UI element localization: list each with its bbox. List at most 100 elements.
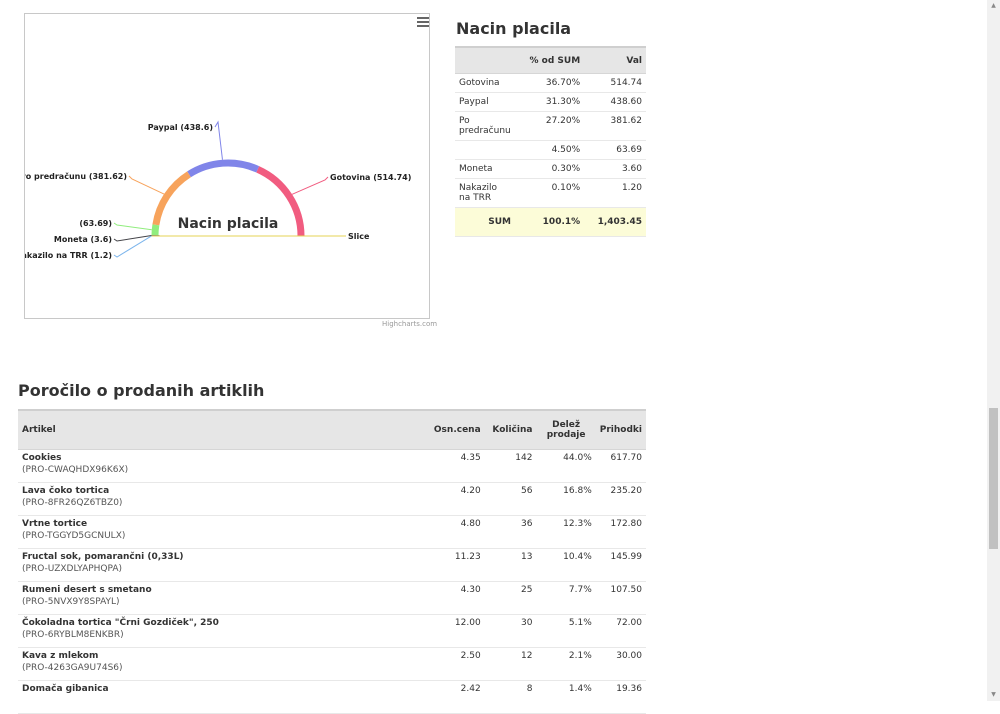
- sales-row-price: 2.50: [422, 648, 485, 681]
- sales-row-product: Cookies (PRO-CWAQHDX96K6X): [18, 450, 422, 483]
- pie-label-nakazilo: Nakazilo na TRR (1.2): [25, 251, 112, 260]
- payment-row-name: [455, 141, 515, 160]
- sales-row-product: Vrtne tortice (PRO-TGGYD5GCNULX): [18, 516, 422, 549]
- sales-row-share: 16.8%: [536, 483, 595, 516]
- sales-row-share: 7.7%: [536, 582, 595, 615]
- product-name: Lava čoko tortica: [22, 486, 418, 496]
- payment-row: 4.50% 63.69: [455, 141, 646, 160]
- payment-sum-label: SUM: [455, 208, 515, 237]
- payment-row-name: Moneta: [455, 160, 515, 179]
- pie-label-blank: (63.69): [79, 219, 112, 228]
- payment-sum-value: 1,403.45: [584, 208, 646, 237]
- product-code: (PRO-UZXDLYAPHQPA): [22, 564, 418, 574]
- sales-row-share: 12.3%: [536, 516, 595, 549]
- payment-row-name: Po predračunu: [455, 112, 515, 141]
- payment-sum-percent: 100.1%: [515, 208, 584, 237]
- sales-row-qty: 36: [485, 516, 537, 549]
- payment-row-value: 381.62: [584, 112, 646, 141]
- sales-row-product: Lava čoko tortica (PRO-8FR26QZ6TBZ0): [18, 483, 422, 516]
- sales-col-artikel: Artikel: [18, 410, 422, 450]
- scroll-down-arrow-icon[interactable]: ▼: [989, 690, 998, 700]
- payment-table: % od SUM Val Gotovina 36.70% 514.74 Payp…: [455, 46, 646, 237]
- sales-col-prihodki: Prihodki: [596, 410, 646, 450]
- sales-col-delez-line1: Delež: [552, 420, 580, 430]
- sales-col-delez-line2: prodaje: [547, 430, 586, 440]
- sales-row: Fructal sok, pomarančni (0,33L) (PRO-UZX…: [18, 549, 646, 582]
- product-code: (PRO-5NVX9Y8SPAYL): [22, 597, 418, 607]
- product-name: Čokoladna tortica "Črni Gozdiček", 250: [22, 618, 418, 628]
- sales-row-revenue: 107.50: [596, 582, 646, 615]
- pie-connector-gotovina: [292, 177, 328, 194]
- sales-row-revenue: 30.00: [596, 648, 646, 681]
- chart-credit[interactable]: Highcharts.com: [382, 320, 437, 328]
- sales-row-share: 1.4%: [536, 681, 595, 714]
- payment-col-value: Val: [584, 47, 646, 74]
- payment-row: Moneta 0.30% 3.60: [455, 160, 646, 179]
- sales-row-product: Čokoladna tortica "Črni Gozdiček", 250 (…: [18, 615, 422, 648]
- sales-row: Čokoladna tortica "Črni Gozdiček", 250 (…: [18, 615, 646, 648]
- pie-label-slice: Slice: [348, 232, 370, 241]
- pie-slice-paypal[interactable]: [189, 163, 258, 174]
- sales-col-kolicina: Količina: [485, 410, 537, 450]
- sales-table-header: Artikel Osn.cena Količina Delež prodaje …: [18, 410, 646, 450]
- payment-row-name: Paypal: [455, 93, 515, 112]
- payment-row-name: Gotovina: [455, 74, 515, 93]
- payment-row: Gotovina 36.70% 514.74: [455, 74, 646, 93]
- payment-row: Paypal 31.30% 438.60: [455, 93, 646, 112]
- page-scrollbar-track[interactable]: [987, 0, 1000, 701]
- payment-section-title: Nacin placila: [456, 19, 571, 38]
- payment-row-percent: 0.30%: [515, 160, 584, 179]
- payment-col-percent: % od SUM: [515, 47, 584, 74]
- pie-label-moneta: Moneta (3.6): [54, 235, 112, 244]
- sales-row-product: Rumeni desert s smetano (PRO-5NVX9Y8SPAY…: [18, 582, 422, 615]
- product-name: Fructal sok, pomarančni (0,33L): [22, 552, 418, 562]
- payment-chart: Gotovina (514.74)Paypal (438.6)Po predra…: [24, 13, 430, 319]
- payment-row-value: 438.60: [584, 93, 646, 112]
- sales-row-revenue: 145.99: [596, 549, 646, 582]
- sales-row-price: 11.23: [422, 549, 485, 582]
- pie-slice-blank[interactable]: [155, 225, 156, 235]
- sales-row-qty: 13: [485, 549, 537, 582]
- payment-row-value: 63.69: [584, 141, 646, 160]
- pie-connector-blank: [114, 223, 152, 230]
- payment-row-percent: 4.50%: [515, 141, 584, 160]
- product-code: (PRO-8FR26QZ6TBZ0): [22, 498, 418, 508]
- sales-row-share: 2.1%: [536, 648, 595, 681]
- product-name: Rumeni desert s smetano: [22, 585, 418, 595]
- chart-title: Nacin placila: [178, 216, 279, 232]
- sales-row: Rumeni desert s smetano (PRO-5NVX9Y8SPAY…: [18, 582, 646, 615]
- sales-row-revenue: 235.20: [596, 483, 646, 516]
- product-code: (PRO-6RYBLM8ENKBR): [22, 630, 418, 640]
- chart-menu-icon[interactable]: [417, 17, 429, 27]
- product-code: (PRO-4263GA9U74S6): [22, 663, 418, 673]
- sales-row-revenue: 172.80: [596, 516, 646, 549]
- sales-row-price: 4.35: [422, 450, 485, 483]
- payment-row: Nakazilo na TRR 0.10% 1.20: [455, 179, 646, 208]
- page-scrollbar-thumb[interactable]: [989, 408, 998, 549]
- product-name: Vrtne tortice: [22, 519, 418, 529]
- scroll-up-arrow-icon[interactable]: ▲: [989, 1, 998, 11]
- payment-row-percent: 27.20%: [515, 112, 584, 141]
- sales-row-revenue: 19.36: [596, 681, 646, 714]
- sales-row-price: 4.30: [422, 582, 485, 615]
- pie-connector-paypal: [215, 122, 222, 160]
- payment-sum-row: SUM 100.1% 1,403.45: [455, 208, 646, 237]
- sales-row-price: 4.80: [422, 516, 485, 549]
- sales-row-product: Domača gibanica: [18, 681, 422, 714]
- sales-row: Cookies (PRO-CWAQHDX96K6X) 4.35 142 44.0…: [18, 450, 646, 483]
- payment-row-percent: 36.70%: [515, 74, 584, 93]
- sales-row-price: 12.00: [422, 615, 485, 648]
- payment-row-name: Nakazilo na TRR: [455, 179, 515, 208]
- payment-col-name: [455, 47, 515, 74]
- payment-row-value: 514.74: [584, 74, 646, 93]
- sales-row: Kava z mlekom (PRO-4263GA9U74S6) 2.50 12…: [18, 648, 646, 681]
- sales-row-share: 44.0%: [536, 450, 595, 483]
- sales-row-product: Fructal sok, pomarančni (0,33L) (PRO-UZX…: [18, 549, 422, 582]
- payment-table-header: % od SUM Val: [455, 47, 646, 74]
- sales-row-qty: 142: [485, 450, 537, 483]
- payment-row: Po predračunu 27.20% 381.62: [455, 112, 646, 141]
- sales-row-qty: 30: [485, 615, 537, 648]
- sales-row-price: 2.42: [422, 681, 485, 714]
- product-code: (PRO-TGGYD5GCNULX): [22, 531, 418, 541]
- sales-row-revenue: 617.70: [596, 450, 646, 483]
